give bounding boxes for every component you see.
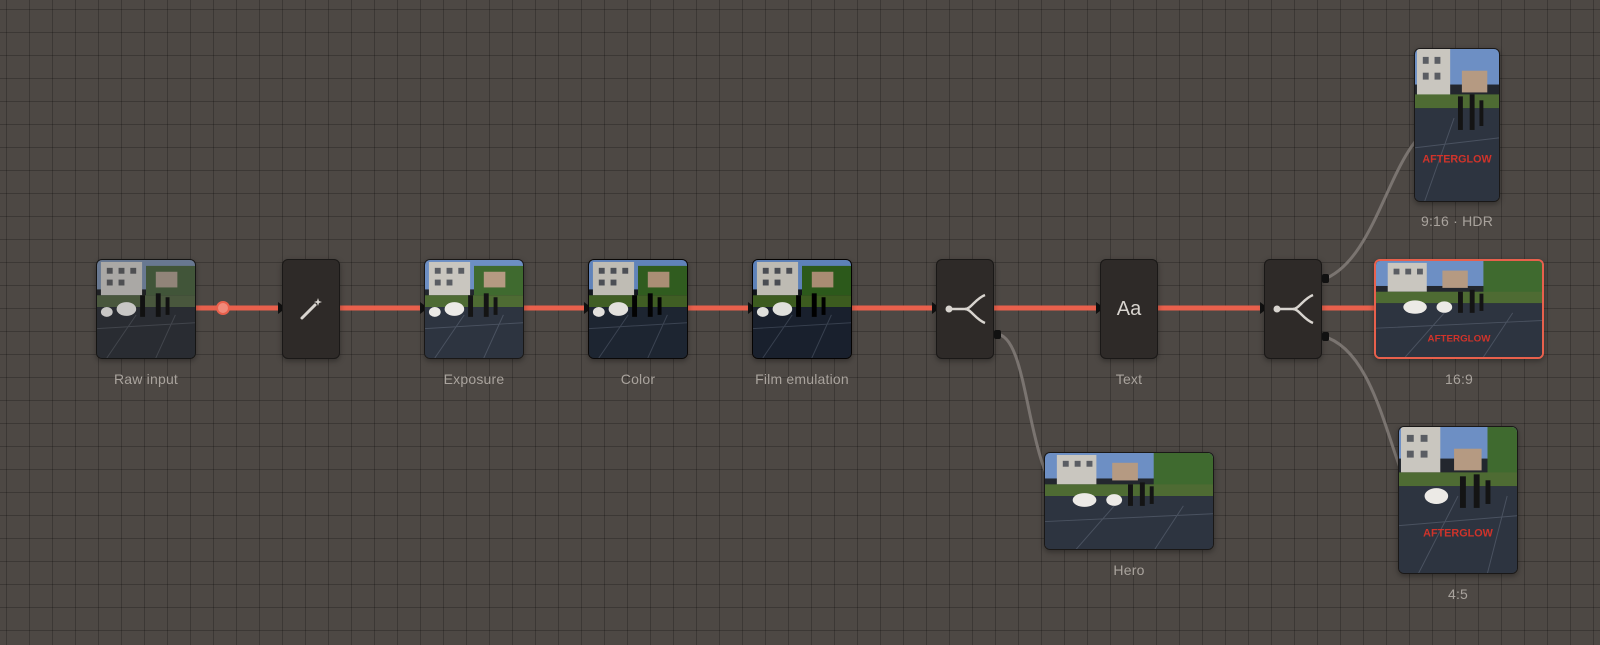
overlay-text: AFTERGLOW bbox=[1423, 527, 1493, 539]
photo-thumbnail: AFTERGLOW bbox=[1415, 49, 1499, 201]
node-label: Text bbox=[1115, 371, 1143, 387]
node-text[interactable]: Aa bbox=[1100, 259, 1158, 359]
overlay-text: AFTERGLOW bbox=[1428, 334, 1492, 345]
photo-thumbnail bbox=[425, 260, 523, 358]
node-label: 4:5 bbox=[1447, 586, 1469, 602]
photo-thumbnail: AFTERGLOW bbox=[1376, 261, 1542, 357]
magic-wand-icon bbox=[300, 298, 322, 320]
node-film-emulation[interactable] bbox=[752, 259, 852, 359]
node-auto-adjust[interactable] bbox=[282, 259, 340, 359]
node-output-9-16-hdr[interactable]: AFTERGLOW bbox=[1414, 48, 1500, 202]
node-graph-canvas[interactable]: Raw input Exposure Color Film emulation bbox=[0, 0, 1600, 645]
node-label: Exposure bbox=[443, 371, 505, 387]
node-split-2[interactable] bbox=[1264, 259, 1322, 359]
node-output-16-9[interactable]: AFTERGLOW bbox=[1374, 259, 1544, 359]
node-label: Color bbox=[620, 371, 656, 387]
node-raw-input[interactable] bbox=[96, 259, 196, 359]
node-label: Raw input bbox=[113, 371, 179, 387]
photo-thumbnail bbox=[589, 260, 687, 358]
photo-thumbnail: AFTERGLOW bbox=[1399, 427, 1517, 573]
node-output-hero[interactable] bbox=[1044, 452, 1214, 550]
node-label: 9:16 · HDR bbox=[1420, 213, 1494, 229]
text-icon: Aa bbox=[1116, 297, 1142, 320]
output-port[interactable] bbox=[1322, 332, 1329, 341]
node-split-1[interactable] bbox=[936, 259, 994, 359]
output-port[interactable] bbox=[1322, 274, 1329, 283]
photo-thumbnail bbox=[97, 260, 195, 358]
node-label: 16:9 bbox=[1444, 371, 1474, 387]
node-color[interactable] bbox=[588, 259, 688, 359]
output-port[interactable] bbox=[994, 330, 1001, 339]
node-output-4-5[interactable]: AFTERGLOW bbox=[1398, 426, 1518, 574]
node-label: Hero bbox=[1113, 562, 1145, 578]
branch-split-icon bbox=[1273, 293, 1314, 325]
photo-thumbnail bbox=[1045, 453, 1213, 549]
branch-split-icon bbox=[945, 293, 986, 325]
node-exposure[interactable] bbox=[424, 259, 524, 359]
overlay-text: AFTERGLOW bbox=[1422, 153, 1492, 165]
photo-thumbnail bbox=[753, 260, 851, 358]
wire-handle bbox=[216, 301, 230, 315]
node-label: Film emulation bbox=[755, 371, 849, 387]
